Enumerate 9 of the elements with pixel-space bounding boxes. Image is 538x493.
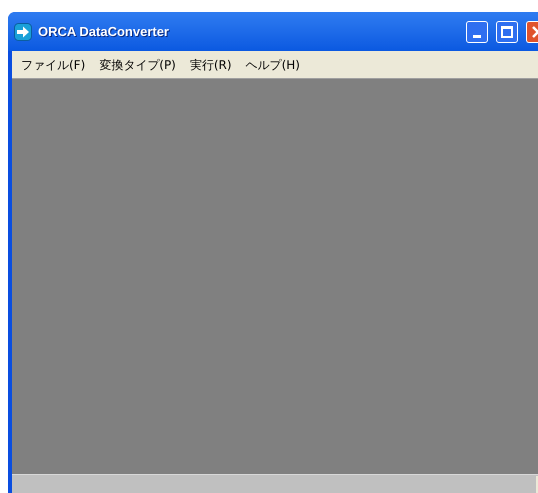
- maximize-button[interactable]: [496, 20, 518, 42]
- maximize-icon: [501, 26, 513, 38]
- minimize-button[interactable]: [466, 20, 488, 42]
- menu-item[interactable]: 変換タイプ(P): [92, 54, 183, 76]
- minimize-icon: [473, 34, 481, 38]
- menu-item[interactable]: ヘルプ(H): [238, 54, 307, 76]
- menu-item[interactable]: 実行(R): [182, 54, 239, 76]
- window-title: ORCA DataConverter: [38, 22, 169, 41]
- menu-item[interactable]: ファイル(F): [14, 54, 92, 76]
